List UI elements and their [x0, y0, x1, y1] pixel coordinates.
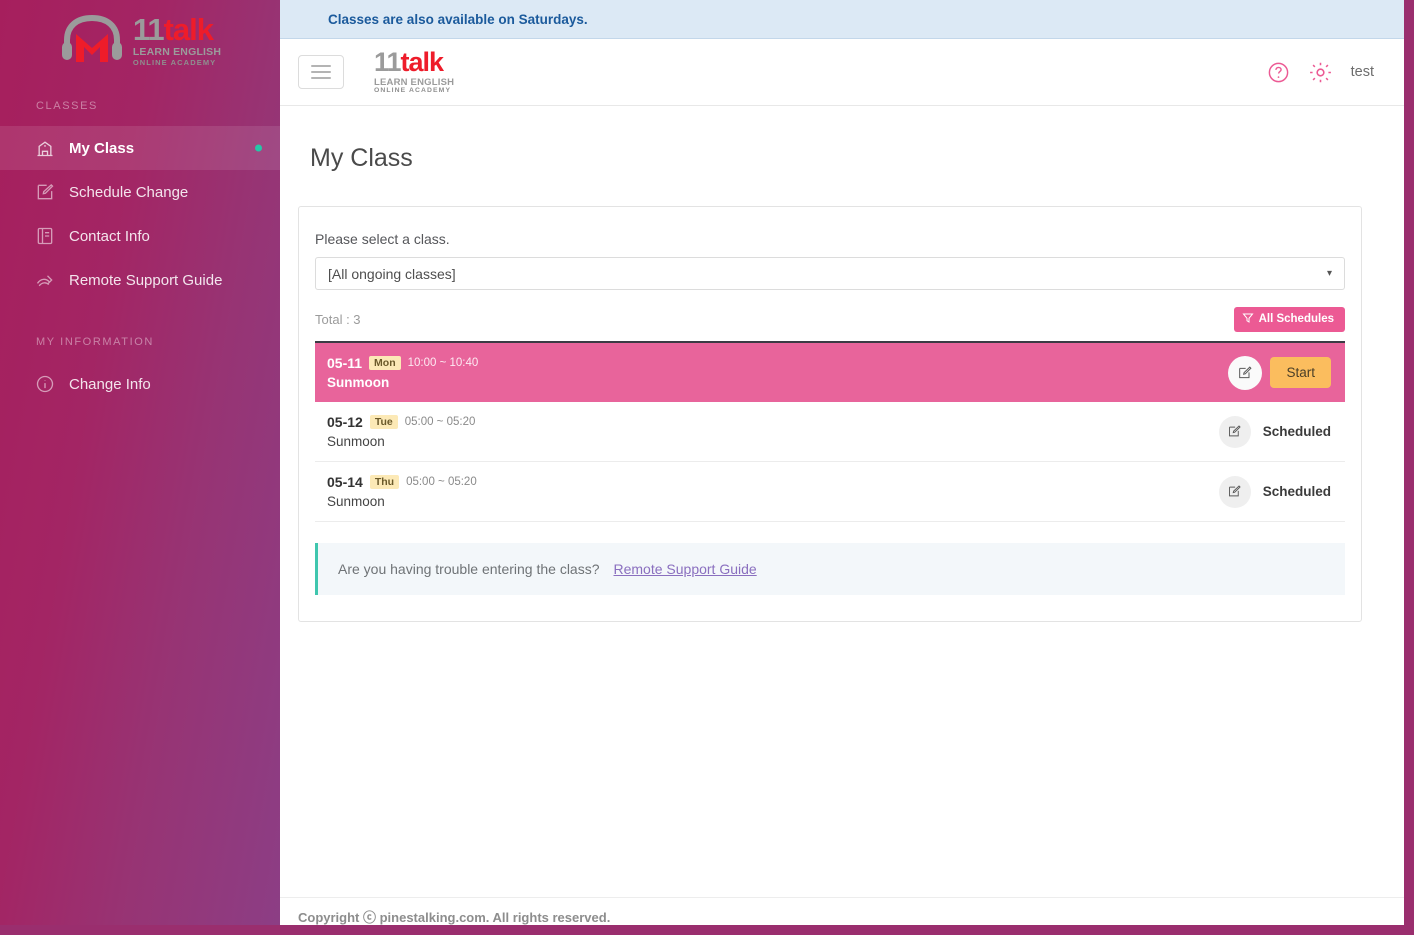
class-row-actions: Start — [1228, 355, 1331, 390]
logo-subtitle-1: LEARN ENGLISH — [132, 46, 222, 58]
sidebar-item-label: Contact Info — [69, 227, 150, 245]
sidebar-group-label-my-information: MY INFORMATION — [36, 336, 154, 348]
class-teacher: Sunmoon — [327, 494, 385, 509]
topbar-actions: test — [1267, 60, 1374, 85]
question-circle-icon[interactable] — [1267, 61, 1290, 84]
class-row-headline: 05-12 Tue 05:00 ~ 05:20 — [327, 414, 475, 430]
class-row-info: 05-14 Thu 05:00 ~ 05:20 Sunmoon — [327, 474, 477, 509]
help-info-box: Are you having trouble entering the clas… — [315, 543, 1345, 595]
edit-pencil-icon[interactable] — [1218, 475, 1251, 508]
class-time: 05:00 ~ 05:20 — [406, 476, 477, 488]
table-row[interactable]: 05-11 Mon 10:00 ~ 10:40 Sunmoon Start — [315, 341, 1345, 402]
main-column: Classes are also available on Saturdays.… — [280, 0, 1414, 935]
sidebar-item-schedule-change[interactable]: Schedule Change — [0, 170, 280, 214]
sidebar-item-label: My Class — [69, 139, 135, 157]
total-row: Total : 3 All Schedules — [315, 306, 1345, 332]
class-row-info: 05-11 Mon 10:00 ~ 10:40 Sunmoon — [327, 355, 478, 390]
logo-subtitle-2: ONLINE ACADEMY — [132, 57, 217, 67]
topbar-logo-subtitle-2: ONLINE ACADEMY — [374, 87, 452, 95]
topbar-logo-text-11: 11 — [374, 46, 402, 77]
class-day-badge: Thu — [369, 474, 400, 490]
logo-title: 11talk — [132, 12, 214, 47]
sidebar-item-contact-info[interactable]: Contact Info — [0, 214, 280, 258]
status-badge: Scheduled — [1262, 484, 1331, 499]
logo-text-talk: talk — [163, 12, 214, 47]
class-date: 05-11 — [327, 355, 363, 371]
class-date: 05-12 — [327, 414, 363, 430]
funnel-icon — [1242, 312, 1254, 327]
content-area: My Class Please select a class. [All ong… — [280, 106, 1404, 935]
topbar-logo-subtitle-1: LEARN ENGLISH — [374, 76, 455, 88]
class-day-badge: Tue — [369, 414, 398, 430]
class-row-info: 05-12 Tue 05:00 ~ 05:20 Sunmoon — [327, 414, 475, 449]
topbar-logo-title: 11talk — [374, 46, 454, 77]
class-teacher: Sunmoon — [327, 434, 385, 449]
table-row[interactable]: 05-14 Thu 05:00 ~ 05:20 Sunmoon Schedule… — [315, 462, 1345, 522]
edit-square-icon — [34, 181, 56, 203]
topbar-logo[interactable]: 11talk LEARN ENGLISH ONLINE ACADEMY — [374, 46, 455, 95]
school-icon — [34, 137, 56, 159]
class-row-actions: Scheduled — [1218, 415, 1331, 448]
notice-text: Classes are also available on Saturdays. — [328, 11, 588, 27]
app-root: 11talk LEARN ENGLISH ONLINE ACADEMY CLAS… — [0, 0, 1414, 935]
notice-banner: Classes are also available on Saturdays. — [280, 0, 1404, 39]
class-select-label: Please select a class. — [315, 231, 450, 247]
user-name-label[interactable]: test — [1351, 64, 1374, 80]
class-select-value: [All ongoing classes] — [328, 265, 456, 282]
all-schedules-label: All Schedules — [1258, 313, 1334, 325]
class-time: 05:00 ~ 05:20 — [404, 416, 476, 428]
edit-pencil-icon[interactable] — [1218, 415, 1251, 448]
edit-pencil-icon[interactable] — [1228, 355, 1263, 390]
class-select-dropdown[interactable]: [All ongoing classes] ▾ — [315, 257, 1345, 290]
logo-text-11: 11 — [132, 12, 165, 47]
table-row[interactable]: 05-12 Tue 05:00 ~ 05:20 Sunmoon Schedule… — [315, 402, 1345, 462]
status-badge: Scheduled — [1262, 424, 1331, 439]
all-schedules-button[interactable]: All Schedules — [1233, 306, 1345, 332]
book-icon — [34, 225, 56, 247]
topbar-logo-text-talk: talk — [400, 46, 445, 77]
sidebar-item-label: Schedule Change — [69, 183, 189, 201]
status-dot-badge — [255, 144, 262, 152]
class-day-badge: Mon — [369, 355, 401, 371]
sidebar-item-change-info[interactable]: Change Info — [0, 362, 280, 406]
sidebar-item-label: Change Info — [69, 375, 151, 393]
help-question-text: Are you having trouble entering the clas… — [338, 561, 600, 577]
class-list: 05-11 Mon 10:00 ~ 10:40 Sunmoon Start 05… — [315, 341, 1345, 522]
hamburger-icon[interactable] — [298, 55, 344, 89]
bottom-accent-strip — [0, 925, 1414, 935]
signal-wave-icon — [34, 269, 56, 291]
class-row-headline: 05-14 Thu 05:00 ~ 05:20 — [327, 474, 477, 490]
class-time: 10:00 ~ 10:40 — [407, 357, 479, 369]
gear-icon[interactable] — [1308, 60, 1333, 85]
sidebar-item-remote-support-guide[interactable]: Remote Support Guide — [0, 258, 280, 302]
copyright-text: Copyright ⓒ pinestalking.com. All rights… — [298, 910, 611, 925]
total-count-label: Total : 3 — [315, 311, 361, 327]
top-bar: 11talk LEARN ENGLISH ONLINE ACADEMY test — [280, 39, 1404, 106]
sidebar-item-my-class[interactable]: My Class — [0, 126, 280, 170]
class-row-headline: 05-11 Mon 10:00 ~ 10:40 — [327, 355, 478, 371]
sidebar-item-label: Remote Support Guide — [69, 271, 223, 289]
sidebar-group-label-classes: CLASSES — [36, 100, 98, 112]
class-card: Please select a class. [All ongoing clas… — [298, 206, 1362, 622]
start-button[interactable]: Start — [1270, 357, 1331, 388]
class-teacher: Sunmoon — [327, 375, 390, 390]
page-title: My Class — [310, 144, 413, 172]
remote-support-guide-link[interactable]: Remote Support Guide — [614, 561, 757, 577]
headphone-m-logo-icon — [59, 14, 125, 66]
class-row-actions: Scheduled — [1218, 475, 1331, 508]
class-date: 05-14 — [327, 474, 363, 490]
sidebar-logo[interactable]: 11talk LEARN ENGLISH ONLINE ACADEMY — [0, 0, 280, 74]
info-circle-icon — [34, 373, 56, 395]
sidebar: 11talk LEARN ENGLISH ONLINE ACADEMY CLAS… — [0, 0, 280, 935]
chevron-down-icon: ▾ — [1326, 268, 1332, 279]
